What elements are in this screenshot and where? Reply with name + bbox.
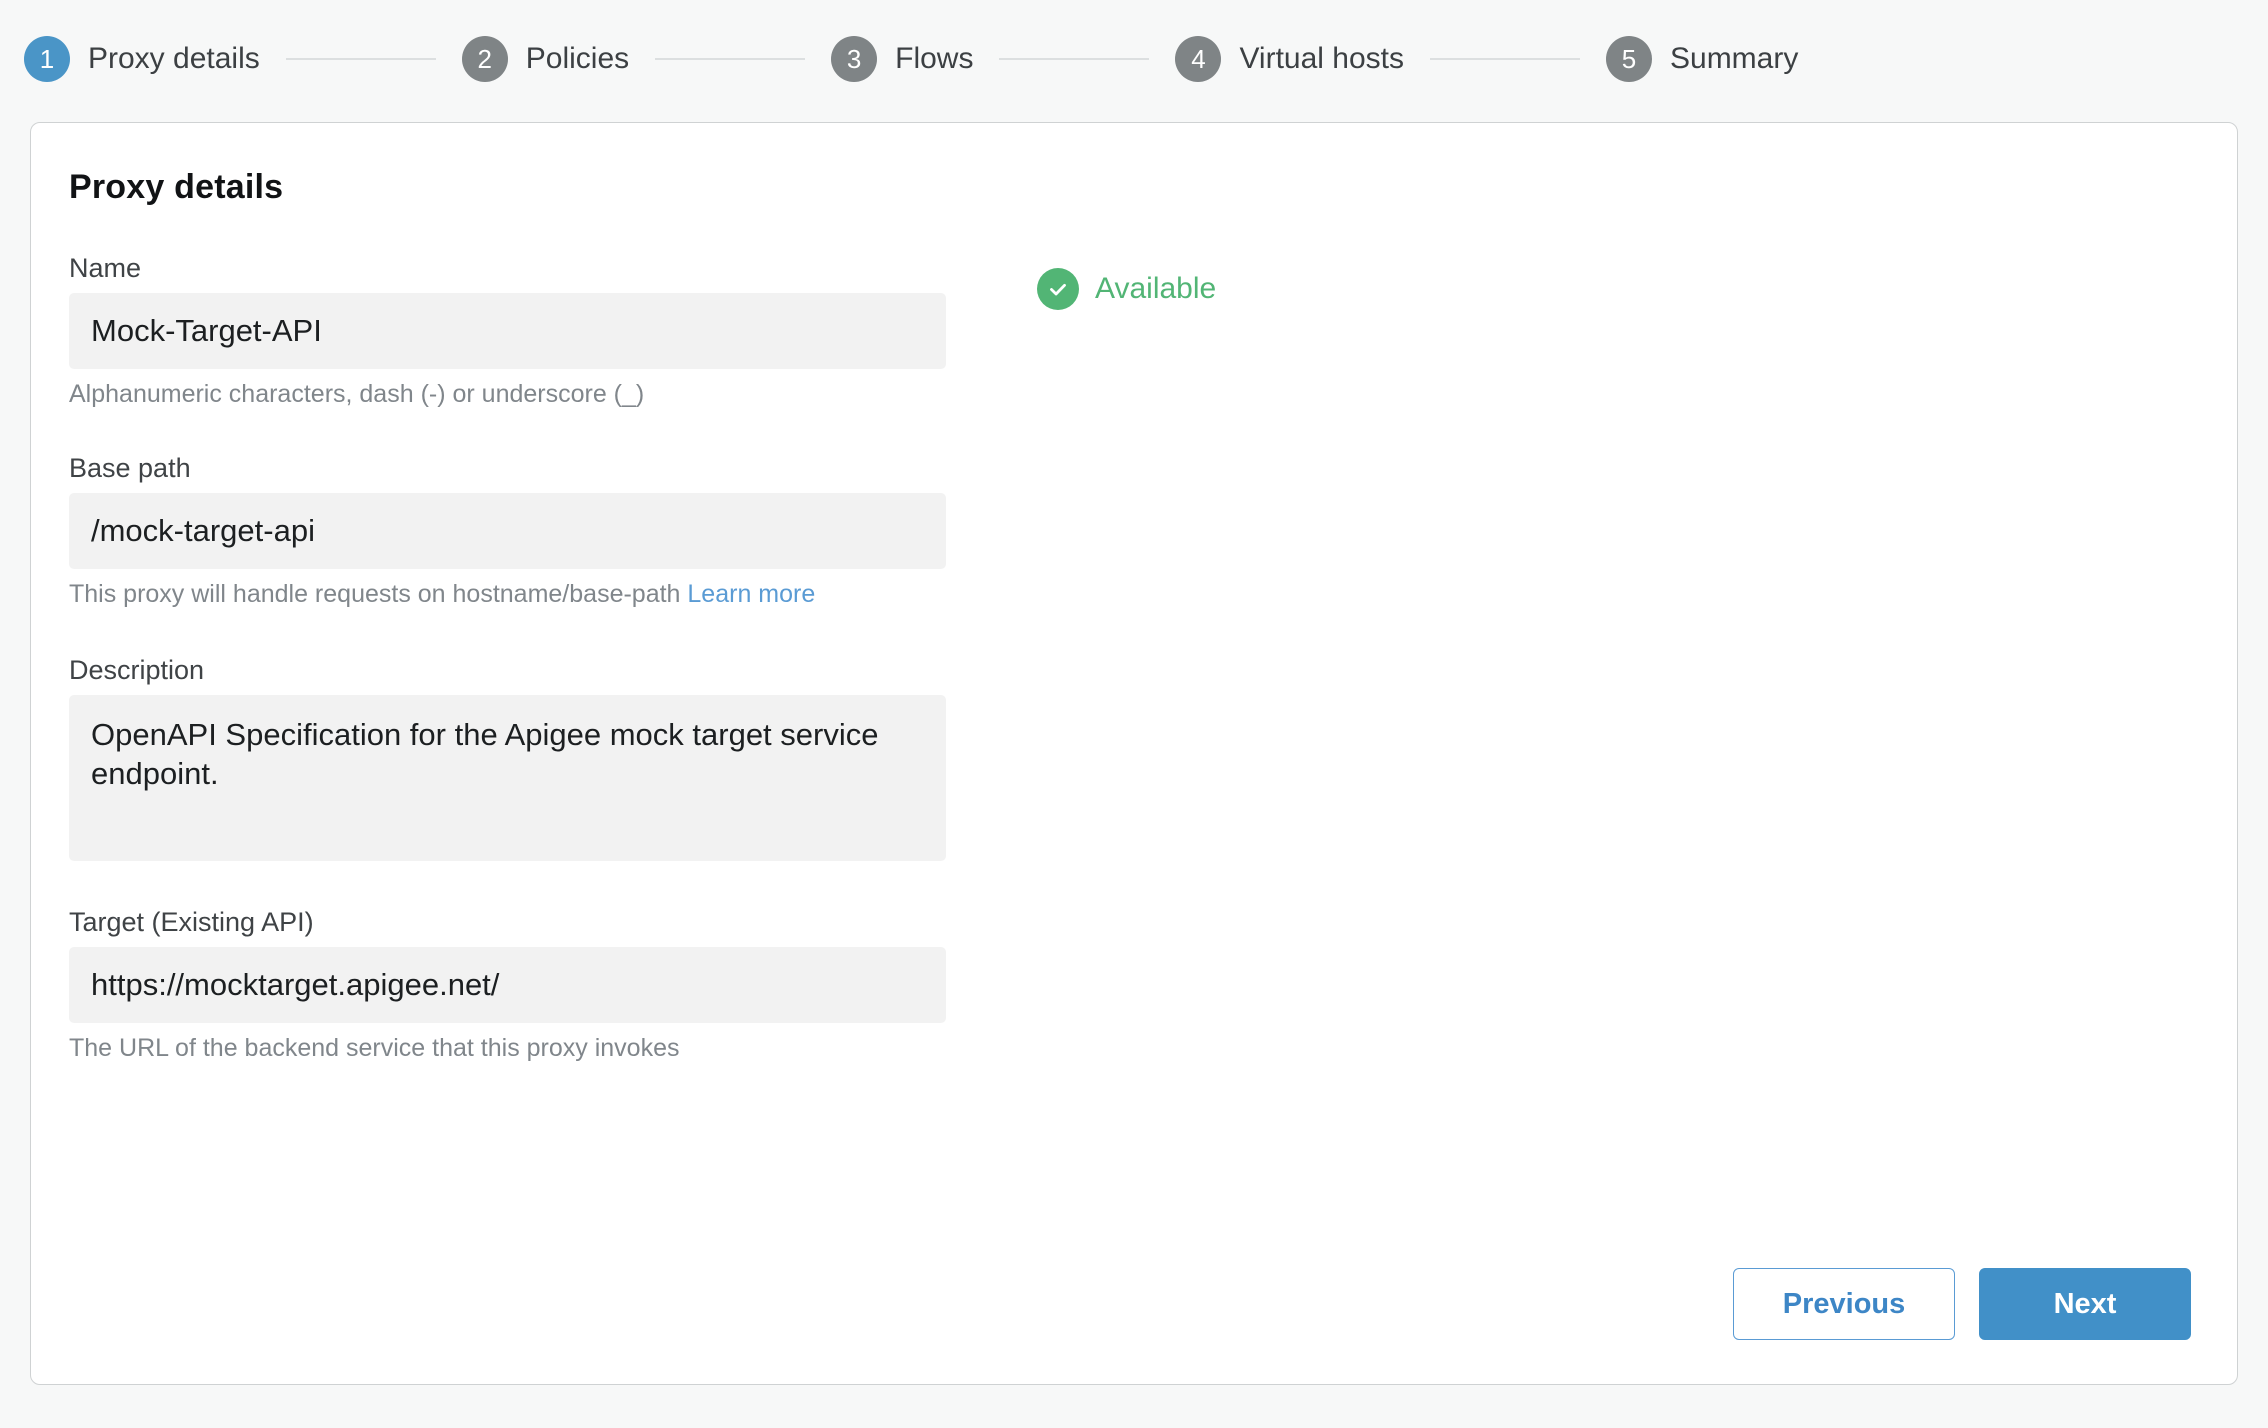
field-name: Name Mock-Target-API Alphanumeric charac… — [69, 253, 2169, 409]
spacer-name-basepath — [69, 409, 2169, 453]
field-label-target: Target (Existing API) — [69, 907, 314, 937]
learn-more-link[interactable]: Learn more — [687, 580, 815, 608]
step-connector-4-5 — [1430, 58, 1580, 60]
step-label-4: Virtual hosts — [1239, 42, 1404, 75]
spacer-description-target — [69, 861, 2169, 907]
field-description: Description OpenAPI Specification for th… — [69, 655, 2169, 861]
step-number-badge-4: 4 — [1175, 36, 1222, 82]
step-number-badge-1: 1 — [24, 36, 70, 82]
field-hint-name: Alphanumeric characters, dash (-) or und… — [69, 380, 645, 408]
proxy-details-card: Proxy details Name Mock-Target-API Alpha… — [30, 122, 2238, 1385]
target-input[interactable]: https://mocktarget.apigee.net/ — [69, 947, 946, 1023]
next-button[interactable]: Next — [1979, 1268, 2191, 1340]
field-base-path: Base path /mock-target-api This proxy wi… — [69, 453, 2169, 609]
step-number-badge-2: 2 — [461, 36, 508, 82]
step-label-3: Flows — [895, 42, 974, 75]
stepper-step-flows[interactable]: 3 Flows — [831, 36, 973, 82]
step-number-badge-3: 3 — [831, 36, 878, 82]
field-hint-target: The URL of the backend service that this… — [69, 1034, 680, 1062]
step-label-1: Proxy details — [88, 42, 260, 75]
description-textarea[interactable]: OpenAPI Specification for the Apigee moc… — [69, 695, 946, 861]
spacer-basepath-description — [69, 609, 2169, 655]
wizard-footer: Previous Next — [1733, 1268, 2191, 1340]
field-label-description: Description — [69, 655, 205, 685]
step-label-2: Policies — [525, 42, 630, 75]
stepper-step-virtual-hosts[interactable]: 4 Virtual hosts — [1175, 36, 1404, 82]
page-title: Proxy details — [69, 168, 284, 206]
field-target: Target (Existing API) https://mocktarget… — [69, 907, 2169, 1063]
previous-button[interactable]: Previous — [1733, 1268, 1955, 1340]
step-connector-3-4 — [999, 58, 1150, 60]
step-connector-2-3 — [655, 58, 806, 60]
step-number-badge-5: 5 — [1606, 36, 1652, 82]
stepper-step-summary[interactable]: 5 Summary — [1606, 36, 1798, 82]
availability-label: Available — [1095, 272, 1217, 305]
wizard-stepper: 1 Proxy details 2 Policies 3 Flows 4 Vir… — [0, 0, 2268, 118]
step-connector-1-2 — [285, 58, 436, 60]
field-label-base-path: Base path — [69, 453, 191, 483]
base-path-input[interactable]: /mock-target-api — [69, 493, 946, 569]
step-label-5: Summary — [1670, 42, 1799, 75]
field-hint-base-path: This proxy will handle requests on hostn… — [69, 580, 2169, 609]
proxy-details-form: Name Mock-Target-API Alphanumeric charac… — [69, 253, 2169, 1063]
field-hint-base-path-text: This proxy will handle requests on hostn… — [69, 580, 681, 608]
stepper-step-proxy-details[interactable]: 1 Proxy details — [24, 36, 260, 82]
check-circle-icon — [1037, 268, 1079, 310]
stepper-step-policies[interactable]: 2 Policies — [461, 36, 630, 82]
name-input[interactable]: Mock-Target-API — [69, 293, 946, 369]
name-availability-status: Available — [1037, 268, 1216, 310]
